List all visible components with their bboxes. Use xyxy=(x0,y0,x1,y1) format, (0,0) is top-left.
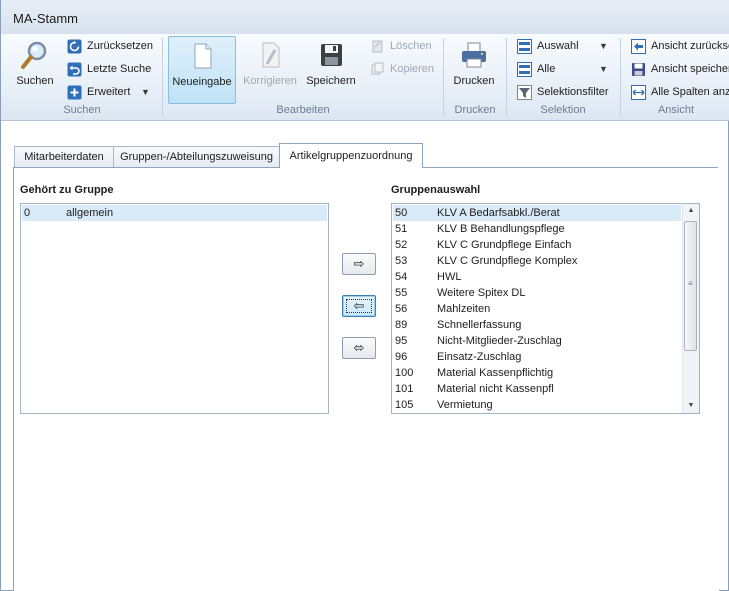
assigned-group-label: Gehört zu Gruppe xyxy=(20,184,114,196)
ribbon-group-bearbeiten: Neueingabe Korrigieren Speichern Löschen xyxy=(167,34,443,120)
save-button[interactable]: Speichern xyxy=(299,36,363,102)
ribbon-group-ansicht: Ansicht zurückse Ansicht speicher Alle S… xyxy=(622,34,729,120)
printer-icon xyxy=(459,40,489,70)
remove-from-group-button[interactable]: ⇦ xyxy=(342,295,376,317)
magnifier-icon xyxy=(20,40,50,70)
vertical-scrollbar[interactable]: ▲ ≡ ▼ xyxy=(682,204,699,413)
group-selection-list[interactable]: 50 KLV A Bedarfsabkl./Berat 51 KLV B Behan… xyxy=(391,203,700,414)
delete-icon xyxy=(370,39,385,54)
grip-icon: ≡ xyxy=(688,279,693,288)
plus-icon xyxy=(67,85,82,100)
tab-strip: Mitarbeiterdaten Gruppen-/Abteilungszuwe… xyxy=(13,143,718,168)
print-button[interactable]: Drucken xyxy=(443,36,505,102)
ribbon-group-suchen: Suchen Zurücksetzen Letzte Suche Erweite… xyxy=(7,34,157,120)
floppy-disk-icon xyxy=(631,62,646,77)
ribbon: Suchen Zurücksetzen Letzte Suche Erweite… xyxy=(1,34,729,121)
all-dropdown[interactable]: Alle ▼ xyxy=(517,60,615,80)
arrow-right-icon: ⇨ xyxy=(353,256,365,271)
group-label-selektion: Selektion xyxy=(540,104,586,116)
swap-button[interactable]: ⬄ xyxy=(342,337,376,359)
correct-button[interactable]: Korrigieren xyxy=(238,36,302,102)
undo-icon xyxy=(67,62,82,77)
scroll-up-arrow-icon[interactable]: ▲ xyxy=(683,204,699,218)
chevron-down-icon: ▼ xyxy=(599,64,608,74)
arrow-left-right-icon: ⬄ xyxy=(353,340,365,355)
add-to-group-button[interactable]: ⇨ xyxy=(342,253,376,275)
filter-icon xyxy=(517,85,532,100)
focus-rectangle xyxy=(346,299,372,313)
floppy-disk-icon xyxy=(316,40,346,70)
title-bar: MA-Stamm xyxy=(1,0,729,35)
ribbon-group-drucken: Drucken Drucken xyxy=(444,34,506,120)
group-label-suchen: Suchen xyxy=(63,104,101,116)
tab-gruppen-abteilungszuweisung[interactable]: Gruppen-/Abteilungszuweisung xyxy=(113,146,280,167)
list-item[interactable]: 50 KLV A Bedarfsabkl./Berat xyxy=(393,205,681,221)
list-icon xyxy=(517,62,532,77)
assigned-group-list[interactable]: 0 allgemein xyxy=(20,203,329,414)
arrow-left-icon xyxy=(631,39,646,54)
group-label-bearbeiten: Bearbeiten xyxy=(276,104,330,116)
chevron-down-icon: ▼ xyxy=(141,87,150,97)
extended-search-button[interactable]: Erweitert ▼ xyxy=(67,83,153,103)
main-window: MA-Stamm Suchen Zurücksetzen Letzte Such… xyxy=(0,0,729,591)
list-item[interactable]: 0 allgemein xyxy=(22,205,327,221)
copy-icon xyxy=(370,62,385,77)
scroll-down-arrow-icon[interactable]: ▼ xyxy=(683,399,699,413)
search-button[interactable]: Suchen xyxy=(3,36,67,102)
selection-dropdown[interactable]: Auswahl ▼ xyxy=(517,37,615,57)
tab-artikelgruppenzuordnung[interactable]: Artikelgruppenzuordnung xyxy=(279,143,423,168)
ribbon-separator xyxy=(620,38,621,116)
group-selection-label: Gruppenauswahl xyxy=(391,184,481,196)
refresh-icon xyxy=(67,39,82,54)
window-title: MA-Stamm xyxy=(13,11,78,26)
edit-document-icon xyxy=(255,40,285,70)
columns-icon xyxy=(631,85,646,100)
ribbon-separator xyxy=(506,38,507,116)
list-icon xyxy=(517,39,532,54)
group-label-ansicht: Ansicht xyxy=(657,104,695,116)
ribbon-group-selektion: Auswahl ▼ Alle ▼ Selektionsfilter Selekt… xyxy=(508,34,618,120)
chevron-down-icon: ▼ xyxy=(599,41,608,51)
new-entry-button[interactable]: Neueingabe xyxy=(168,36,236,104)
tab-mitarbeiterdaten[interactable]: Mitarbeiterdaten xyxy=(14,146,114,167)
new-document-icon xyxy=(187,41,217,71)
group-label-drucken: Drucken xyxy=(454,104,496,116)
scrollbar-thumb[interactable]: ≡ xyxy=(684,221,697,351)
